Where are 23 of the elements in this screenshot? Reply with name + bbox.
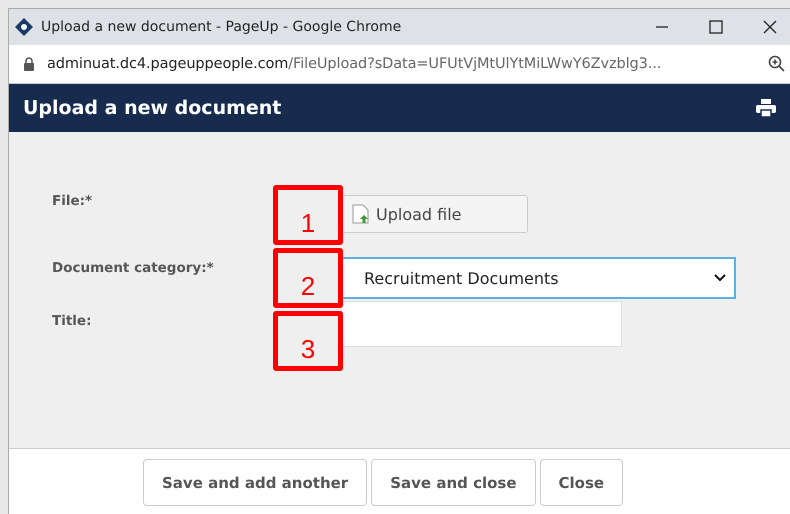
address-url[interactable]: adminuat.dc4.pageuppeople.com/FileUpload?sData=UFUtVjMtUlYtMiLWwY6Zvzblg3...: [47, 56, 662, 72]
footer-button[interactable]: Save and add another: [143, 459, 368, 506]
field-label: File:*: [51, 192, 94, 209]
footer-button[interactable]: Close: [540, 459, 624, 506]
lock-icon: [23, 57, 35, 71]
maximize-icon[interactable]: [708, 19, 724, 35]
upload-file-button[interactable]: Upload file: [341, 195, 528, 233]
field-label: Document category:*: [51, 259, 215, 276]
close-icon[interactable]: [762, 19, 778, 35]
diamond-logo-icon: [15, 18, 33, 36]
file-upload-icon: [352, 204, 370, 224]
callout-number: 3: [300, 336, 316, 366]
callout-number: 2: [300, 273, 316, 303]
print-icon[interactable]: [756, 99, 776, 117]
dialog-title: Upload a new document: [23, 97, 282, 119]
zoom-icon[interactable]: [768, 55, 786, 73]
field-label: Title:: [51, 312, 92, 329]
callout-number: 1: [300, 210, 316, 240]
title-input-field[interactable]: [341, 301, 622, 347]
footer-button[interactable]: Save and close: [371, 459, 536, 506]
chevron-down-icon: [714, 274, 726, 282]
category-dropdown[interactable]: Recruitment Documents: [341, 257, 736, 299]
window-title: Upload a new document - PageUp - Google Chrome: [41, 19, 402, 35]
